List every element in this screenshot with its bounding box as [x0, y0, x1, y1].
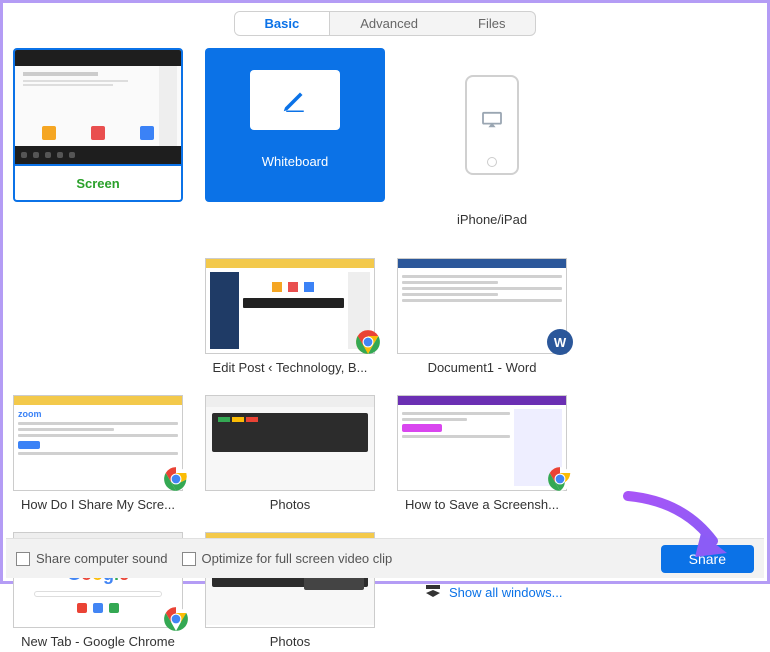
checkbox-label: Optimize for full screen video clip [202, 551, 393, 566]
tile-whiteboard-label: Whiteboard [260, 144, 330, 180]
tab-basic[interactable]: Basic [235, 12, 331, 35]
window-thumbnail [397, 258, 567, 354]
show-all-label: Show all windows... [449, 585, 562, 600]
tile-whiteboard[interactable]: Whiteboard [205, 48, 385, 238]
tile-window[interactable]: zoom How Do I Share My Scre... [13, 395, 183, 512]
window-label: Photos [205, 491, 375, 512]
window-thumbnail [205, 395, 375, 491]
tile-window[interactable]: W Document1 - Word [397, 258, 567, 375]
word-icon: W [547, 329, 573, 355]
footer-bar: Share computer sound Optimize for full s… [6, 538, 764, 578]
stack-icon [425, 584, 441, 601]
window-thumbnail [205, 258, 375, 354]
checkbox-share-sound[interactable]: Share computer sound [16, 551, 168, 566]
window-thumbnail: zoom [13, 395, 183, 491]
window-label: Photos [205, 628, 375, 649]
window-label: How to Save a Screensh... [397, 491, 567, 512]
airplay-icon [481, 111, 503, 129]
iphone-card [407, 48, 577, 202]
chrome-icon [163, 606, 189, 632]
tile-iphone-ipad[interactable]: iPhone/iPad [407, 48, 577, 238]
checkbox-label: Share computer sound [36, 551, 168, 566]
window-label: Edit Post ‹ Technology, B... [205, 354, 375, 375]
tile-iphone-label: iPhone/iPad [407, 202, 577, 238]
chrome-icon [355, 329, 381, 355]
tab-strip: Basic Advanced Files [234, 11, 537, 36]
pencil-icon [280, 85, 310, 115]
chrome-icon [547, 466, 573, 492]
whiteboard-card: Whiteboard [205, 48, 385, 202]
tile-window[interactable]: Edit Post ‹ Technology, B... [205, 258, 375, 375]
tile-window[interactable]: Photos [205, 395, 375, 512]
tab-files[interactable]: Files [448, 12, 535, 35]
window-label: How Do I Share My Scre... [13, 491, 183, 512]
checkbox-box [16, 552, 30, 566]
tile-screen-label: Screen [15, 166, 181, 202]
share-button[interactable]: Share [661, 545, 754, 573]
window-label: Document1 - Word [397, 354, 567, 375]
tab-bar: Basic Advanced Files [3, 11, 767, 36]
tile-window[interactable]: How to Save a Screensh... [397, 395, 567, 512]
chrome-icon [163, 466, 189, 492]
tab-advanced[interactable]: Advanced [330, 12, 448, 35]
tile-screen[interactable]: Screen [13, 48, 183, 238]
screen-thumbnail [13, 48, 183, 166]
window-thumbnail [397, 395, 567, 491]
window-label: New Tab - Google Chrome [13, 628, 183, 649]
checkbox-box [182, 552, 196, 566]
checkbox-optimize-video[interactable]: Optimize for full screen video clip [182, 551, 393, 566]
